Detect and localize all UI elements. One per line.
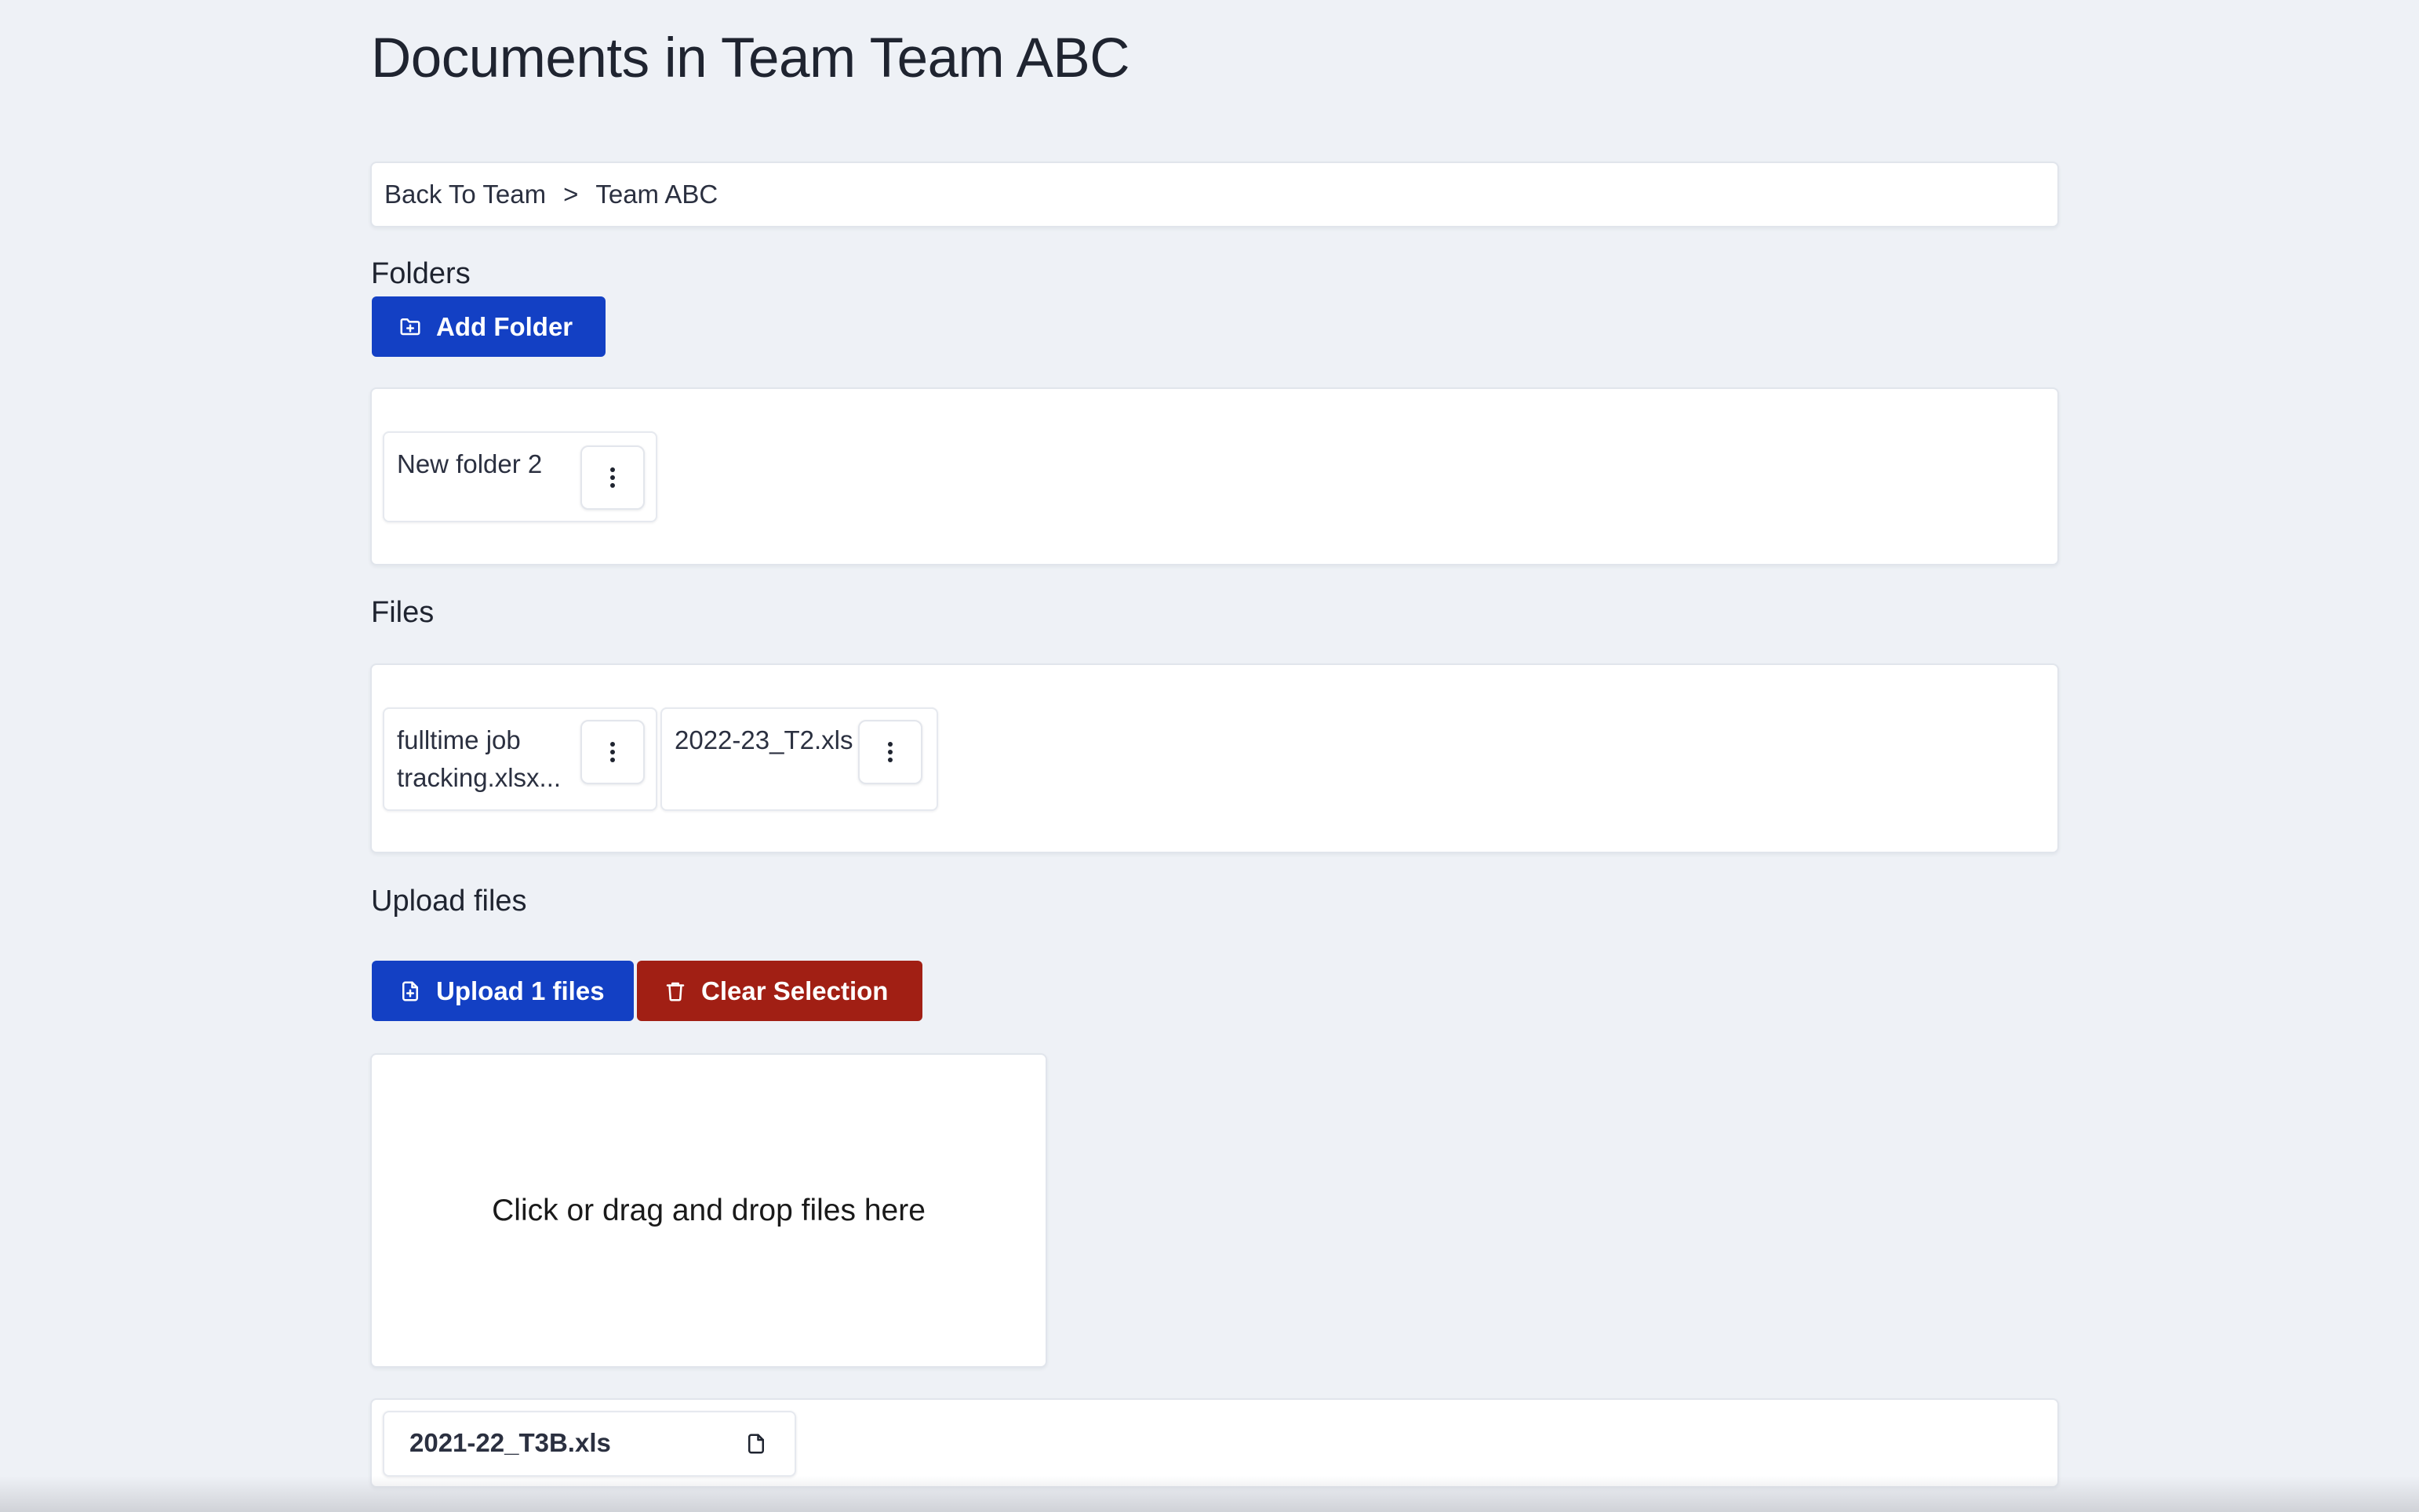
breadcrumb-separator: > — [563, 180, 579, 209]
file-name-line-1: 2022-23_T2.xls — [675, 725, 853, 754]
file-item[interactable]: 2022-23_T2.xls — [660, 707, 938, 811]
files-panel: fulltime job tracking.xlsx... 2022-23_T2… — [370, 663, 2059, 853]
file-dropzone[interactable]: Click or drag and drop files here — [370, 1053, 1047, 1368]
more-vertical-icon — [610, 742, 615, 747]
clear-selection-button-label: Clear Selection — [701, 976, 889, 1005]
selected-files-panel: 2021-22_T3B.xls — [370, 1398, 2059, 1488]
folder-plus-icon — [398, 314, 422, 340]
page-title: Documents in Team Team ABC — [371, 27, 1130, 89]
trash-icon — [664, 979, 687, 1004]
more-vertical-icon — [888, 742, 893, 747]
folder-item[interactable]: New folder 2 — [383, 431, 657, 522]
more-vertical-icon — [610, 467, 615, 472]
folder-menu-button[interactable] — [580, 445, 645, 510]
upload-files-button[interactable]: Upload 1 files — [372, 961, 634, 1021]
add-folder-button-label: Add Folder — [436, 311, 573, 341]
file-plus-icon — [398, 979, 422, 1004]
files-heading: Files — [371, 596, 435, 629]
selected-file-item[interactable]: 2021-22_T3B.xls — [383, 1411, 796, 1477]
breadcrumb-current: Team ABC — [595, 180, 718, 209]
breadcrumb-back-link[interactable]: Back To Team — [384, 180, 546, 209]
dropzone-text: Click or drag and drop files here — [492, 1193, 926, 1227]
file-icon — [744, 1430, 768, 1458]
file-name: fulltime job tracking.xlsx... — [397, 721, 561, 797]
breadcrumb: Back To Team > Team ABC — [370, 162, 2059, 227]
bottom-scroll-shadow — [0, 1476, 2419, 1512]
file-name-line-2: tracking.xlsx... — [397, 763, 562, 792]
file-menu-button[interactable] — [580, 720, 645, 784]
upload-heading: Upload files — [371, 885, 527, 918]
selected-file-name: 2021-22_T3B.xls — [409, 1428, 611, 1457]
folder-name: New folder 2 — [397, 449, 543, 478]
file-menu-button[interactable] — [858, 720, 922, 784]
folders-panel: New folder 2 — [370, 387, 2059, 565]
folders-heading: Folders — [371, 257, 471, 290]
file-name-line-1: fulltime job — [397, 725, 521, 754]
add-folder-button[interactable]: Add Folder — [372, 296, 606, 357]
file-name: 2022-23_T2.xls — [675, 721, 853, 759]
clear-selection-button[interactable]: Clear Selection — [637, 961, 922, 1021]
file-item[interactable]: fulltime job tracking.xlsx... — [383, 707, 657, 811]
upload-files-button-label: Upload 1 files — [436, 976, 605, 1005]
